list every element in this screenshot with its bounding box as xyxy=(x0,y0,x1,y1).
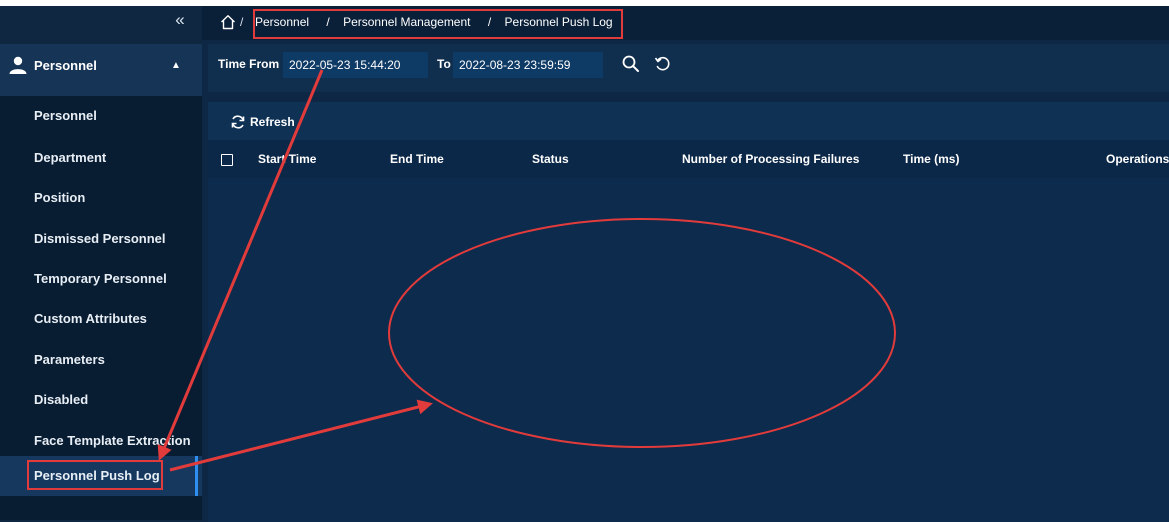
table-header: Start Time End Time Status Number of Pro… xyxy=(208,140,1169,178)
sidebar-group-label: Personnel xyxy=(34,58,97,73)
sidebar-item-label: Position xyxy=(34,190,86,205)
time-to-input[interactable]: 2022-08-23 23:59:59 xyxy=(453,52,603,78)
column-header-status[interactable]: Status xyxy=(532,152,569,166)
select-all-checkbox[interactable] xyxy=(221,154,233,166)
breadcrumb-item-current: Personnel Push Log xyxy=(504,15,613,29)
filter-bar: Time From 2022-05-23 15:44:20 To 2022-08… xyxy=(208,44,1169,92)
breadcrumb-separator: / xyxy=(240,15,244,29)
breadcrumb-separator: / xyxy=(326,15,330,29)
column-header-start-time[interactable]: Start Time xyxy=(258,152,316,166)
sidebar: « Personnel ▲ Personnel Department Posit… xyxy=(0,6,202,522)
time-from-label: Time From xyxy=(218,57,280,71)
user-icon xyxy=(9,56,27,74)
sidebar-item-label: Disabled xyxy=(34,392,89,407)
reset-icon[interactable] xyxy=(653,54,673,74)
sidebar-menu: Personnel Department Position Dismissed … xyxy=(0,96,202,520)
sidebar-item-label: Personnel xyxy=(34,108,97,123)
refresh-label: Refresh xyxy=(250,115,295,129)
sidebar-item-label: Personnel Push Log xyxy=(34,468,160,483)
sidebar-item-parameters[interactable]: Parameters xyxy=(0,340,202,380)
chevron-up-icon[interactable]: ▲ xyxy=(171,57,181,75)
time-from-input[interactable]: 2022-05-23 15:44:20 xyxy=(283,52,428,78)
search-icon[interactable] xyxy=(621,54,641,74)
column-header-end-time[interactable]: End Time xyxy=(390,152,444,166)
sidebar-item-personnel-push-log[interactable]: Personnel Push Log xyxy=(0,456,202,496)
sidebar-item-dismissed-personnel[interactable]: Dismissed Personnel xyxy=(0,219,202,259)
sidebar-item-position[interactable]: Position xyxy=(0,178,202,218)
breadcrumb-item[interactable]: Personnel Management xyxy=(343,15,470,29)
breadcrumb: / Personnel / Personnel Management / Per… xyxy=(202,6,1169,40)
column-header-processing-failures[interactable]: Number of Processing Failures xyxy=(682,152,859,166)
table-body-empty xyxy=(208,178,1169,522)
main-content: / Personnel / Personnel Management / Per… xyxy=(202,6,1169,522)
collapse-sidebar-button[interactable]: « xyxy=(173,10,187,30)
breadcrumb-item[interactable]: Personnel xyxy=(255,15,309,29)
sidebar-item-label: Temporary Personnel xyxy=(34,271,167,286)
sidebar-item-custom-attributes[interactable]: Custom Attributes xyxy=(0,299,202,339)
sidebar-item-label: Custom Attributes xyxy=(34,311,147,326)
refresh-icon xyxy=(231,115,245,129)
table-toolbar: Refresh xyxy=(208,102,1169,140)
active-indicator xyxy=(195,456,198,496)
breadcrumb-separator: / xyxy=(487,15,492,29)
sidebar-item-label: Department xyxy=(34,150,107,165)
sidebar-item-personnel[interactable]: Personnel xyxy=(0,96,202,136)
sidebar-item-disabled[interactable]: Disabled xyxy=(0,380,202,420)
time-to-label: To xyxy=(437,57,451,71)
column-header-operations: Operations xyxy=(1106,152,1169,166)
sidebar-item-temporary-personnel[interactable]: Temporary Personnel xyxy=(0,259,202,299)
sidebar-item-department[interactable]: Department xyxy=(0,138,202,178)
sidebar-item-label: Dismissed Personnel xyxy=(34,231,166,246)
column-header-time-ms[interactable]: Time (ms) xyxy=(903,152,959,166)
sidebar-item-label: Face Template Extraction xyxy=(34,433,191,448)
sidebar-item-face-template-extraction[interactable]: Face Template Extraction xyxy=(0,421,202,461)
home-icon[interactable] xyxy=(220,14,236,30)
sidebar-item-label: Parameters xyxy=(34,352,105,367)
sidebar-group-personnel[interactable]: Personnel ▲ xyxy=(0,44,202,96)
table-panel: Refresh Start Time End Time Status Numbe… xyxy=(208,102,1169,522)
